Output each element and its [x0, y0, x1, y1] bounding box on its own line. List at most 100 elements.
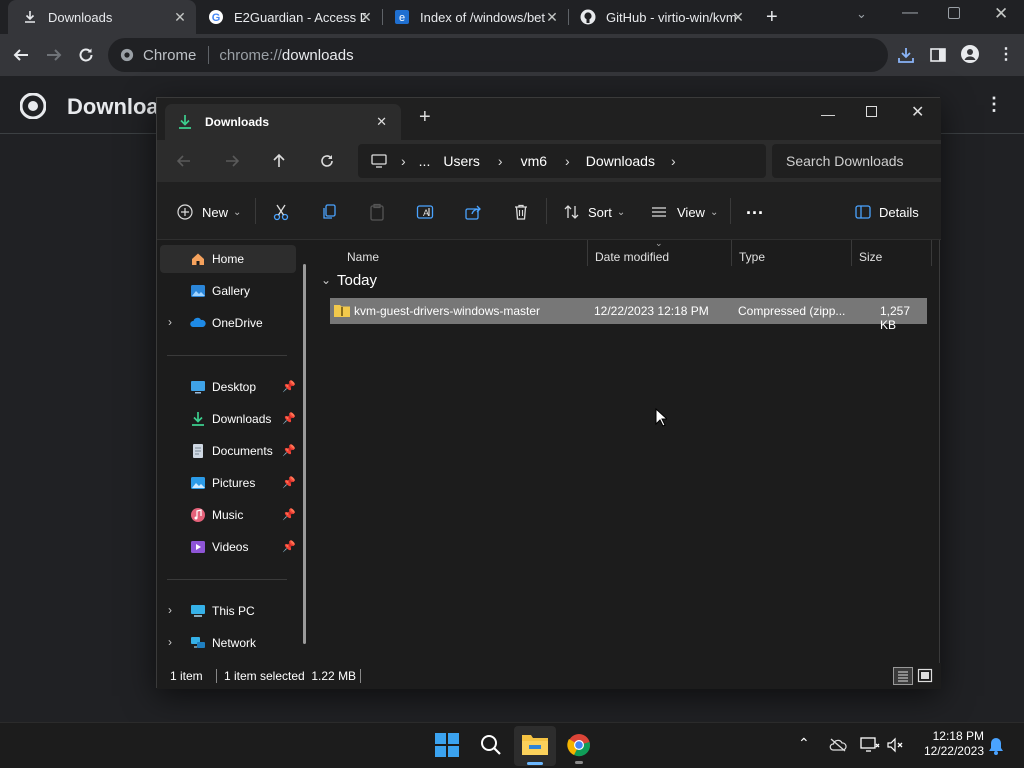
gallery-icon	[191, 285, 205, 297]
view-button[interactable]: View ⌄	[651, 202, 718, 222]
address-bar[interactable]: Chrome chrome:// downloads	[108, 38, 888, 72]
page-menu-icon[interactable]: ⋮	[985, 94, 1003, 115]
nav-label: Documents	[212, 444, 273, 458]
sort-indicator-icon: ⌄	[655, 238, 663, 248]
cut-icon[interactable]	[272, 203, 290, 221]
forward-icon[interactable]	[45, 46, 63, 64]
browser-tab-downloads[interactable]: Downloads ✕	[8, 0, 196, 34]
nav-item-videos[interactable]: Videos 📌	[160, 533, 296, 561]
copy-icon[interactable]	[320, 203, 338, 221]
breadcrumb-users[interactable]: Users	[443, 153, 480, 169]
side-panel-icon[interactable]	[929, 46, 947, 64]
forward-icon[interactable]	[223, 152, 241, 170]
pin-icon: 📌	[282, 445, 296, 457]
new-tab-icon[interactable]: +	[419, 106, 431, 129]
chevron-right-icon: ›	[670, 153, 676, 169]
share-icon[interactable]	[464, 203, 482, 221]
browser-tab-index[interactable]: e Index of /windows/bet ✕	[380, 0, 568, 34]
search-input[interactable]: Search Downloads	[772, 144, 941, 178]
large-icons-view-toggle[interactable]	[917, 668, 933, 683]
details-button[interactable]: Details	[855, 202, 919, 222]
windows-start-icon[interactable]	[435, 733, 459, 757]
back-icon[interactable]	[175, 152, 193, 170]
menu-kebab-icon[interactable]: ⋮	[998, 44, 1014, 64]
minimize-icon[interactable]: —	[902, 4, 918, 22]
explorer-tab-downloads[interactable]: Downloads ✕	[165, 104, 401, 140]
nav-scrollbar[interactable]	[303, 264, 306, 644]
onedrive-offline-icon[interactable]	[829, 737, 847, 753]
column-header-date[interactable]: Date modified	[595, 250, 669, 264]
notification-bell-icon[interactable]	[988, 737, 1004, 755]
tab-title: Downloads	[48, 9, 113, 25]
nav-item-downloads[interactable]: Downloads 📌	[160, 405, 296, 433]
more-options-button[interactable]: ...	[746, 198, 764, 218]
chevron-down-icon: ⌄	[233, 206, 242, 218]
nav-label: Network	[212, 636, 257, 650]
chrome-taskbar-icon[interactable]	[567, 733, 591, 757]
group-collapse-icon[interactable]: ⌄	[321, 273, 331, 287]
clock[interactable]: 12:18 PM 12/22/2023	[916, 729, 984, 759]
tab-title: GitHub - virtio-win/kvm	[606, 9, 737, 25]
nav-item-music[interactable]: Music 📌	[160, 501, 296, 529]
network-tray-icon[interactable]	[860, 736, 880, 754]
chevron-right-icon[interactable]: ›	[168, 603, 172, 617]
close-tab-icon[interactable]: ✕	[730, 9, 746, 25]
restore-icon[interactable]	[948, 7, 960, 19]
column-header-type[interactable]: Type	[739, 250, 765, 264]
breadcrumb-overflow[interactable]: ...	[419, 153, 431, 169]
chevron-right-icon[interactable]: ›	[168, 635, 172, 649]
close-tab-icon[interactable]: ✕	[358, 9, 374, 25]
up-arrow-icon[interactable]	[270, 152, 288, 170]
sort-button[interactable]: Sort ⌄	[563, 202, 625, 222]
pin-icon: 📌	[282, 541, 296, 553]
back-icon[interactable]	[12, 46, 30, 64]
minimize-icon[interactable]: —	[821, 106, 835, 122]
nav-item-gallery[interactable]: Gallery	[160, 277, 296, 305]
nav-item-network[interactable]: › Network	[160, 629, 296, 657]
volume-muted-icon[interactable]	[886, 736, 904, 754]
group-header-today[interactable]: Today	[337, 272, 377, 289]
tab-search-icon[interactable]: ⌄	[856, 6, 867, 22]
nav-item-onedrive[interactable]: › OneDrive	[160, 309, 296, 337]
breadcrumb-downloads[interactable]: Downloads	[586, 153, 655, 169]
status-bar: 1 item 1 item selected 1.22 MB	[157, 663, 941, 689]
file-row[interactable]: kvm-guest-drivers-windows-master 12/22/2…	[330, 298, 927, 332]
column-header-name[interactable]: Name	[347, 250, 379, 264]
downloads-toolbar-icon[interactable]	[897, 46, 915, 64]
breadcrumb-vm6[interactable]: vm6	[521, 153, 547, 169]
delete-icon[interactable]	[512, 203, 530, 221]
close-tab-icon[interactable]: ✕	[376, 114, 387, 130]
details-view-toggle[interactable]	[893, 667, 913, 685]
pin-icon: 📌	[282, 509, 296, 521]
nav-item-pictures[interactable]: Pictures 📌	[160, 469, 296, 497]
paste-icon[interactable]	[368, 203, 386, 221]
refresh-icon[interactable]	[318, 152, 336, 170]
tray-overflow-chevron-icon[interactable]: ⌃	[798, 735, 810, 752]
nav-item-desktop[interactable]: Desktop 📌	[160, 373, 296, 401]
new-button[interactable]: New ⌄	[177, 202, 241, 222]
folder-icon	[522, 735, 548, 755]
svg-text:A: A	[423, 208, 429, 218]
profile-icon[interactable]	[961, 45, 979, 63]
column-header-size[interactable]: Size	[859, 250, 882, 264]
browser-tab-strip: Downloads ✕ G E2Guardian - Access De ✕ e…	[0, 0, 1024, 34]
chevron-right-icon[interactable]: ›	[168, 315, 172, 329]
reload-icon[interactable]	[77, 46, 95, 64]
search-icon[interactable]	[480, 734, 502, 756]
breadcrumb[interactable]: › ... Users › vm6 › Downloads ›	[358, 144, 766, 178]
browser-tab-e2guardian[interactable]: G E2Guardian - Access De ✕	[194, 0, 382, 34]
nav-label: Downloads	[212, 412, 272, 426]
close-tab-icon[interactable]: ✕	[544, 9, 560, 25]
close-tab-icon[interactable]: ✕	[172, 9, 188, 25]
maximize-icon[interactable]	[866, 106, 877, 117]
new-tab-icon[interactable]: +	[766, 7, 786, 27]
file-explorer-taskbar-button[interactable]	[514, 726, 556, 766]
rename-icon[interactable]: A	[416, 203, 434, 221]
nav-item-documents[interactable]: Documents 📌	[160, 437, 296, 465]
nav-item-this-pc[interactable]: › This PC	[160, 597, 296, 625]
nav-item-home[interactable]: Home	[160, 245, 296, 273]
browser-tab-github[interactable]: GitHub - virtio-win/kvm ✕	[566, 0, 754, 34]
details-view-icon	[898, 671, 908, 682]
close-window-icon[interactable]: ✕	[994, 4, 1008, 24]
close-window-icon[interactable]: ✕	[911, 102, 924, 122]
